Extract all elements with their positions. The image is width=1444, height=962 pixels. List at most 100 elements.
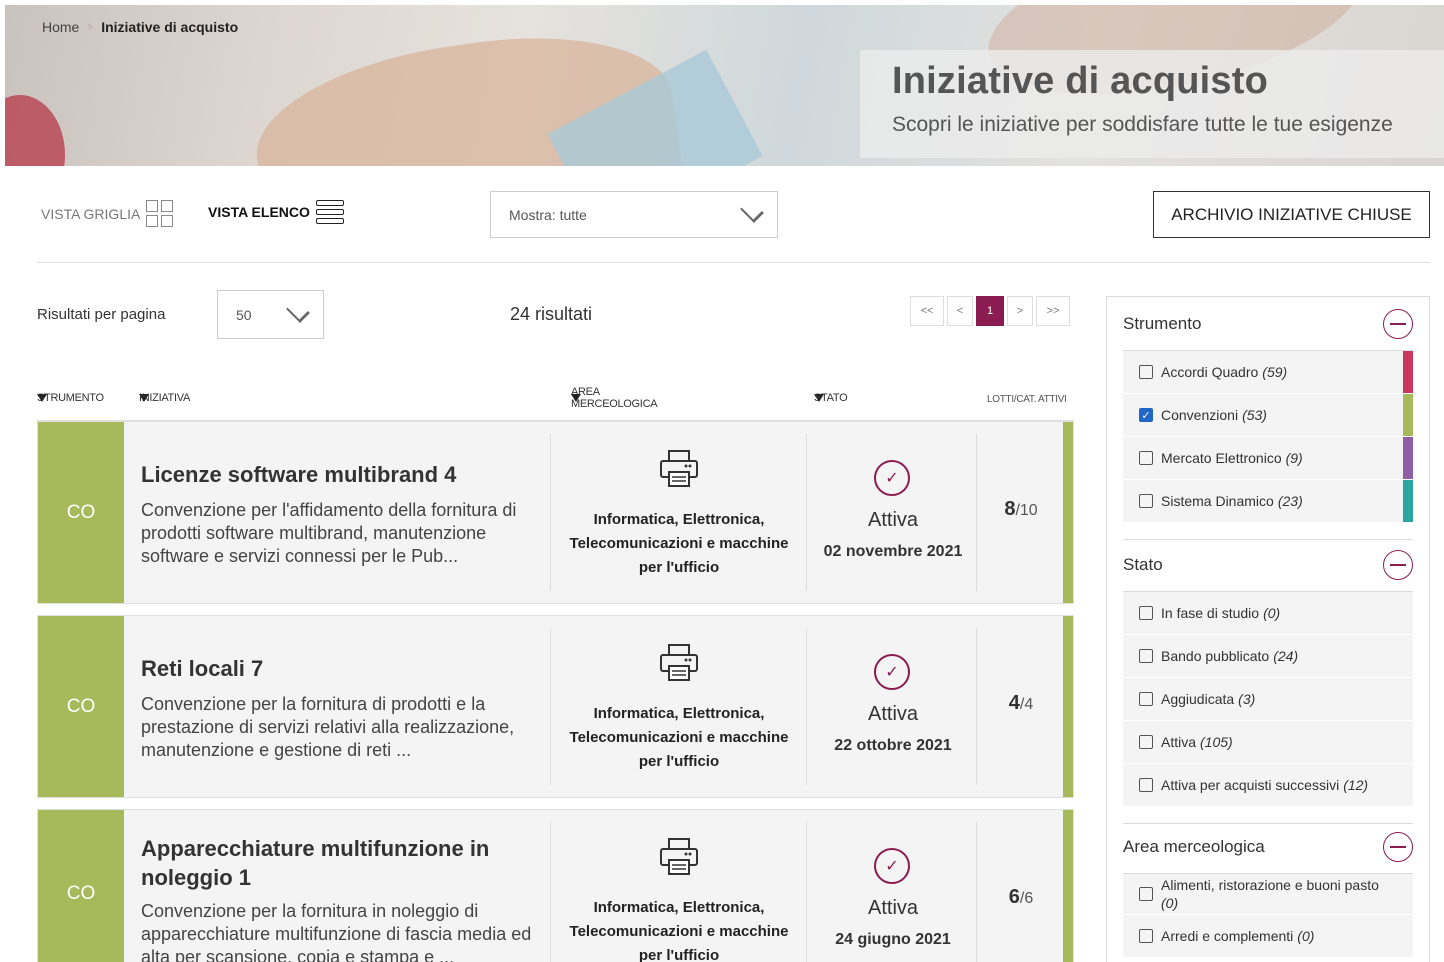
strumento-color-strip (1063, 616, 1073, 797)
results-per-page-select[interactable]: 50 (217, 290, 324, 339)
filter-item-arredi[interactable]: Arredi e complementi (0) (1123, 915, 1413, 958)
color-bar (1403, 480, 1413, 522)
filter-item-count: (24) (1273, 648, 1299, 664)
show-filter-select[interactable]: Mostra: tutte (490, 191, 778, 238)
sort-strumento[interactable]: STRUMENTO (37, 392, 104, 404)
initiative-description: Convenzione per la fornitura in noleggio… (141, 901, 532, 962)
results-per-page-label: Risultati per pagina (37, 306, 166, 323)
strumento-color-strip (1063, 810, 1073, 962)
filter-item-label: Bando pubblicato (1161, 648, 1270, 664)
table-row[interactable]: CO Apparecchiature multifunzione in nole… (37, 809, 1074, 962)
pagination-prev[interactable]: < (947, 296, 973, 326)
page-subtitle: Scopri le iniziative per soddisfare tutt… (892, 113, 1393, 136)
divider (37, 262, 1430, 263)
list-view-toggle[interactable]: VISTA ELENCO (208, 200, 344, 224)
filter-item-label: Accordi Quadro (1161, 364, 1259, 380)
divider (806, 628, 807, 785)
color-bar (1403, 351, 1413, 393)
table-row[interactable]: CO Reti locali 7 Convenzione per la forn… (37, 615, 1074, 798)
status-date: 24 giugno 2021 (835, 931, 951, 948)
filter-item-attiva-per-acquisti-successivi[interactable]: Attiva per acquisti successivi (12) (1123, 764, 1413, 807)
initiative-title[interactable]: Reti locali 7 (141, 654, 541, 683)
header-area-label: AREA MERCEOLOGICA (571, 386, 658, 410)
pagination-next[interactable]: > (1007, 296, 1033, 326)
filter-item-attiva[interactable]: Attiva (105) (1123, 721, 1413, 764)
checkbox[interactable] (1139, 887, 1153, 901)
lotti-total: /4 (1019, 696, 1034, 713)
checkbox[interactable] (1139, 778, 1153, 792)
filter-item-count: (9) (1285, 450, 1303, 466)
collapse-minus-icon[interactable] (1383, 549, 1413, 580)
filter-stato-title: Stato (1123, 554, 1163, 574)
breadcrumb-home-link[interactable]: Home (42, 19, 79, 35)
lotti-count: 8/10 (988, 498, 1054, 521)
filter-strumento-header[interactable]: Strumento (1123, 297, 1413, 351)
checkbox[interactable] (1139, 606, 1153, 620)
checkbox[interactable] (1139, 451, 1153, 465)
filter-item-accordi-quadro[interactable]: Accordi Quadro (59) (1123, 351, 1413, 394)
checkbox[interactable] (1139, 735, 1153, 749)
sort-iniziativa[interactable]: INIZIATIVA (139, 392, 190, 404)
archive-closed-initiatives-button[interactable]: ARCHIVIO INIZIATIVE CHIUSE (1153, 191, 1430, 238)
pagination-page-current[interactable]: 1 (976, 296, 1004, 326)
divider (806, 434, 807, 591)
filter-item-bando-pubblicato[interactable]: Bando pubblicato (24) (1123, 635, 1413, 678)
filter-item-count: (53) (1242, 407, 1267, 423)
filter-item-label: Alimenti, ristorazione e buoni pasto (1161, 877, 1379, 893)
filter-item-mercato-elettronico[interactable]: Mercato Elettronico (9) (1123, 437, 1413, 480)
filter-area-header[interactable]: Area merceologica (1123, 820, 1413, 874)
filter-item-label: In fase di studio (1161, 605, 1260, 621)
filter-item-convenzioni[interactable]: ✓ Convenzioni (53) (1123, 394, 1413, 437)
filter-item-label: Attiva per acquisti successivi (1161, 777, 1340, 793)
breadcrumb-separator: > (87, 21, 94, 33)
collapse-minus-icon[interactable] (1383, 308, 1413, 339)
status-label: Attiva (867, 703, 919, 725)
check-circle-icon: ✓ (874, 654, 910, 690)
hero-title-box: Iniziative di acquisto Scopri le iniziat… (860, 50, 1444, 158)
filter-item-in-fase-di-studio[interactable]: In fase di studio (0) (1123, 592, 1413, 635)
filter-item-count: (0) (1263, 605, 1281, 621)
area-merceologica: Informatica, Elettronica, Telecomunicazi… (569, 899, 789, 962)
show-filter-value: Mostra: tutte (509, 206, 587, 223)
checkbox[interactable] (1139, 929, 1153, 943)
lotti-active: 4 (1008, 692, 1020, 714)
checkbox[interactable] (1139, 649, 1153, 663)
filter-item-alimenti[interactable]: Alimenti, ristorazione e buoni pasto (0) (1123, 874, 1413, 915)
checkbox[interactable] (1139, 494, 1153, 508)
area-merceologica: Informatica, Elettronica, Telecomunicazi… (569, 511, 789, 576)
status-date: 22 ottobre 2021 (834, 737, 952, 754)
strumento-badge: CO (38, 810, 124, 962)
filter-item-sistema-dinamico[interactable]: Sistema Dinamico (23) (1123, 480, 1413, 523)
grid-view-toggle[interactable]: VISTA GRIGLIA (41, 200, 174, 227)
filter-sidebar: Strumento Accordi Quadro (59) ✓ Convenzio… (1106, 296, 1430, 962)
area-merceologica: Informatica, Elettronica, Telecomunicazi… (569, 705, 789, 770)
initiative-title[interactable]: Licenze software multibrand 4 (141, 460, 541, 489)
check-circle-icon: ✓ (874, 848, 910, 884)
header-stato-label: STATO (814, 392, 848, 404)
printer-icon (660, 644, 698, 681)
checkbox[interactable] (1139, 365, 1153, 379)
filter-stato-header[interactable]: Stato (1123, 538, 1413, 592)
sort-area[interactable]: AREA MERCEOLOGICA (571, 386, 658, 410)
checkbox[interactable] (1139, 692, 1153, 706)
collapse-minus-icon[interactable] (1383, 831, 1413, 862)
initiative-title[interactable]: Apparecchiature multifunzione in noleggi… (141, 834, 541, 892)
lotti-active: 8 (1004, 498, 1016, 520)
checkbox-checked[interactable]: ✓ (1139, 408, 1153, 422)
filter-item-count: (0) (1297, 928, 1315, 944)
divider (550, 434, 551, 591)
sort-stato[interactable]: STATO (814, 392, 848, 404)
filter-item-count: (23) (1277, 493, 1303, 509)
filter-item-count: (105) (1200, 734, 1233, 750)
table-row[interactable]: CO Licenze software multibrand 4 Convenz… (37, 421, 1074, 604)
divider (806, 822, 807, 962)
pagination: << < 1 > >> (910, 296, 1070, 326)
header-strumento-label: STRUMENTO (37, 392, 104, 404)
filter-item-label: Attiva (1161, 734, 1197, 750)
results-count: 24 risultati (510, 304, 593, 324)
filter-item-aggiudicata[interactable]: Aggiudicata (3) (1123, 678, 1413, 721)
lotti-count: 6/6 (988, 886, 1054, 909)
filter-item-label: Aggiudicata (1161, 691, 1235, 707)
pagination-last[interactable]: >> (1036, 296, 1070, 326)
pagination-first[interactable]: << (910, 296, 944, 326)
